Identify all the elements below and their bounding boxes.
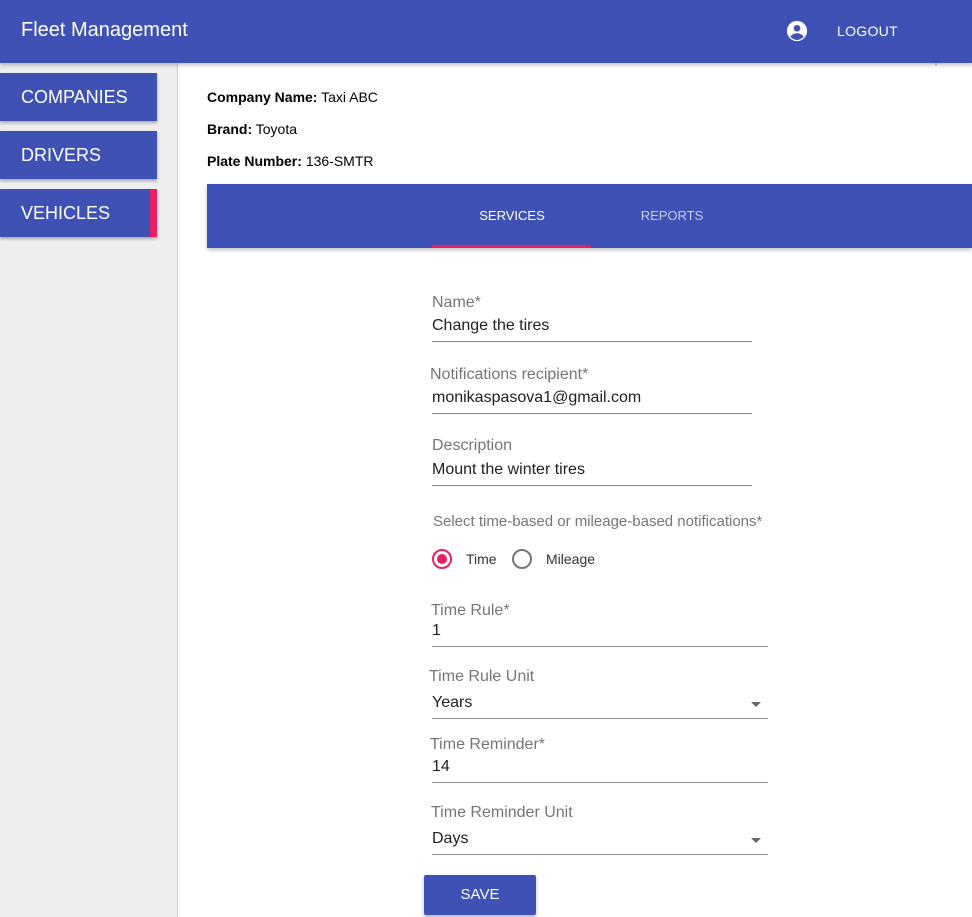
- time-rule-unit-select[interactable]: Years: [432, 694, 472, 712]
- plate-label: Plate Number:: [207, 153, 302, 169]
- time-reminder-label: Time Reminder*: [430, 736, 545, 753]
- sidebar-item-drivers[interactable]: DRIVERS: [0, 131, 157, 179]
- tab-reports[interactable]: REPORTS: [592, 184, 752, 248]
- name-input[interactable]: Change the tires: [432, 317, 549, 335]
- name-underline: [432, 341, 752, 342]
- tab-bar: SERVICES REPORTS: [207, 184, 972, 248]
- brand-info: Brand: Toyota: [207, 121, 297, 137]
- chevron-down-icon[interactable]: [751, 838, 761, 843]
- chevron-down-icon[interactable]: [751, 702, 761, 707]
- sidebar: COMPANIES DRIVERS VEHICLES: [0, 63, 178, 917]
- company-value: Taxi ABC: [321, 89, 378, 105]
- plate-info: Plate Number: 136-SMTR: [207, 153, 374, 169]
- time-rule-underline: [432, 646, 768, 647]
- time-rule-unit-label: Time Rule Unit: [429, 668, 535, 685]
- name-label: Name*: [432, 294, 481, 311]
- recipient-underline: [432, 413, 752, 414]
- time-rule-unit-underline: [432, 718, 768, 719]
- sidebar-item-vehicles[interactable]: VEHICLES: [0, 189, 157, 237]
- plate-value: 136-SMTR: [305, 153, 374, 169]
- time-reminder-unit-underline: [432, 854, 768, 855]
- time-reminder-unit-select[interactable]: Days: [432, 830, 468, 848]
- active-tab-indicator: [432, 245, 591, 248]
- radio-time-label[interactable]: Time: [466, 551, 497, 567]
- radio-mileage-label[interactable]: Mileage: [546, 551, 595, 567]
- company-label: Company Name:: [207, 89, 318, 105]
- radio-time-dot: [437, 554, 447, 564]
- time-reminder-input[interactable]: 14: [432, 758, 450, 776]
- brand-label: Brand:: [207, 121, 253, 137]
- tab-services[interactable]: SERVICES: [432, 184, 592, 248]
- time-rule-label: Time Rule*: [431, 602, 510, 619]
- save-button[interactable]: SAVE: [424, 875, 536, 915]
- radio-time[interactable]: [432, 549, 452, 569]
- sidebar-item-companies[interactable]: COMPANIES: [0, 73, 157, 121]
- account-circle-icon[interactable]: [786, 20, 808, 42]
- logout-button[interactable]: LOGOUT: [837, 23, 898, 39]
- recipient-input[interactable]: monikaspasova1@gmail.com: [432, 389, 641, 407]
- time-reminder-underline: [432, 782, 768, 783]
- app-title: Fleet Management: [21, 19, 188, 41]
- description-label: Description: [432, 437, 513, 454]
- time-rule-input[interactable]: 1: [432, 622, 441, 640]
- recipient-label: Notifications recipient*: [430, 366, 589, 383]
- time-reminder-unit-label: Time Reminder Unit: [431, 804, 573, 821]
- company-info: Company Name: Taxi ABC: [207, 89, 378, 105]
- app-bar: Fleet Management LOGOUT: [0, 0, 972, 63]
- description-underline: [432, 485, 752, 486]
- description-input[interactable]: Mount the winter tires: [432, 461, 585, 479]
- notification-type-label: Select time-based or mileage-based notif…: [433, 513, 763, 530]
- brand-value: Toyota: [255, 121, 298, 137]
- radio-mileage[interactable]: [512, 549, 532, 569]
